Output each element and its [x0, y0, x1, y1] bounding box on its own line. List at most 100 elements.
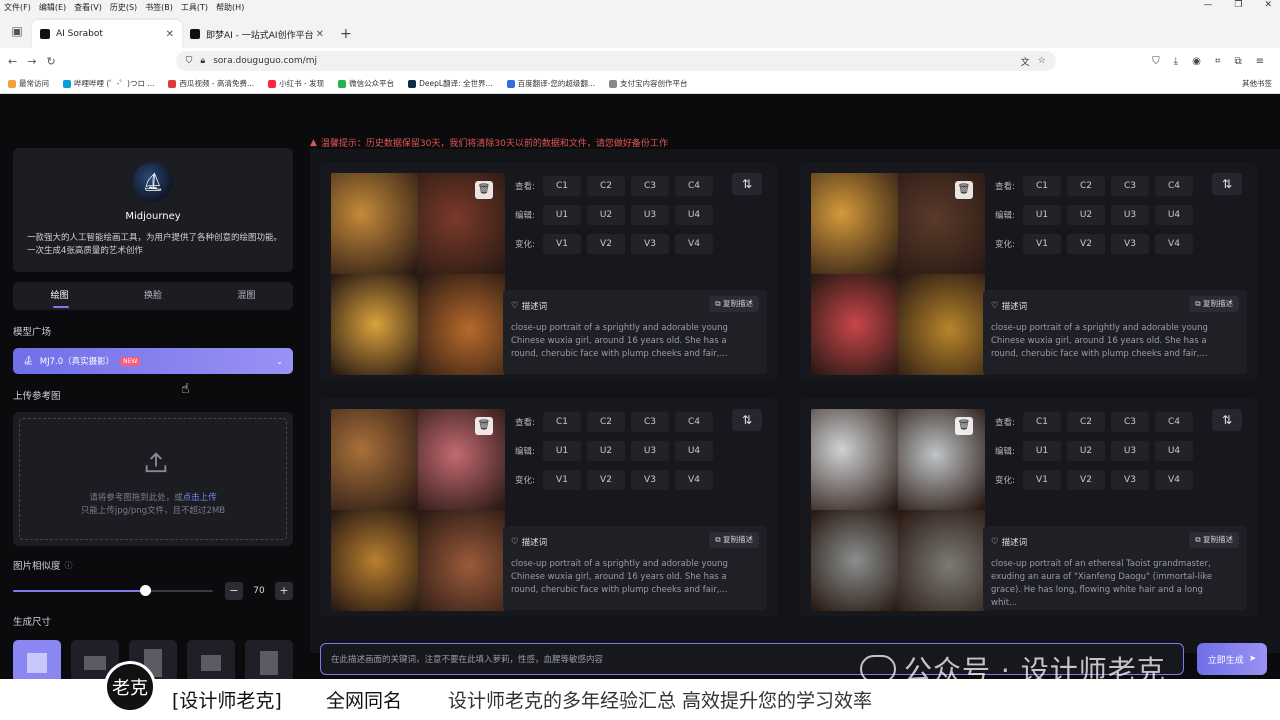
image-grid[interactable] [811, 173, 985, 375]
copy-prompt-button[interactable]: ⧉ 复制描述 [1189, 296, 1239, 312]
action-button[interactable]: C1 [543, 412, 581, 432]
similarity-slider[interactable] [13, 584, 213, 598]
menu-item[interactable]: 书签(B) [145, 2, 173, 13]
menu-item[interactable]: 工具(T) [181, 2, 208, 13]
action-button[interactable]: U1 [1023, 441, 1061, 461]
tab-overview-icon[interactable]: ▣ [6, 20, 28, 42]
trash-icon[interactable]: 🗑︎ [955, 181, 973, 199]
action-button[interactable]: U4 [1155, 441, 1193, 461]
action-button[interactable]: U4 [675, 205, 713, 225]
action-button[interactable]: C3 [1111, 412, 1149, 432]
generated-image[interactable] [331, 510, 418, 611]
action-button[interactable]: V1 [1023, 470, 1061, 490]
tab-close-icon[interactable]: ✕ [316, 29, 324, 40]
account-icon[interactable]: ◉ [1192, 56, 1201, 67]
tab-jimeng[interactable]: 即梦AI - 一站式AI创作平台 ✕ [182, 20, 332, 48]
model-select[interactable]: ⛵︎ MJ7.0（真实摄影） NEW ⌄ [13, 348, 293, 374]
translate-icon[interactable]: 文 [1021, 55, 1030, 68]
action-button[interactable]: U1 [543, 205, 581, 225]
bookmark-item[interactable]: 百度翻译-您的超级翻... [506, 78, 595, 89]
reload-icon[interactable]: ↻ [46, 55, 55, 68]
action-button[interactable]: U1 [1023, 205, 1061, 225]
slider-handle[interactable] [140, 585, 151, 596]
generated-image[interactable] [418, 510, 505, 611]
generate-button[interactable]: 立即生成 ➤ [1197, 643, 1267, 675]
action-button[interactable]: C1 [1023, 412, 1061, 432]
image-grid[interactable] [331, 173, 505, 375]
action-button[interactable]: C2 [587, 176, 625, 196]
upload-area[interactable]: 请将参考图拖到此处，或点击上传 只能上传jpg/png文件，且不超过2MB [13, 412, 293, 546]
generated-image[interactable] [898, 274, 985, 375]
action-button[interactable]: U2 [1067, 441, 1105, 461]
bookmark-item[interactable]: 西瓜视频 - 高清免费... [168, 78, 254, 89]
action-button[interactable]: C1 [543, 176, 581, 196]
extensions-icon[interactable]: ⧉ [1234, 56, 1241, 67]
upload-link[interactable]: 点击上传 [183, 493, 217, 503]
action-button[interactable]: U1 [543, 441, 581, 461]
menu-item[interactable]: 查看(V) [74, 2, 102, 13]
action-button[interactable]: C4 [1155, 412, 1193, 432]
action-button[interactable]: V3 [631, 470, 669, 490]
action-button[interactable]: U3 [631, 205, 669, 225]
regenerate-icon[interactable]: ⇅ [1212, 173, 1242, 195]
action-button[interactable]: V3 [1111, 470, 1149, 490]
action-button[interactable]: U3 [1111, 441, 1149, 461]
generated-image[interactable] [331, 409, 418, 510]
action-button[interactable]: C3 [1111, 176, 1149, 196]
action-button[interactable]: V4 [1155, 470, 1193, 490]
tab-ai-sorabot[interactable]: AI Sorabot ✕ [32, 20, 182, 48]
action-button[interactable]: C3 [631, 412, 669, 432]
action-button[interactable]: V2 [587, 470, 625, 490]
copy-prompt-button[interactable]: ⧉ 复制描述 [709, 532, 759, 548]
action-button[interactable]: U4 [1155, 205, 1193, 225]
image-grid[interactable] [811, 409, 985, 611]
action-button[interactable]: V2 [1067, 470, 1105, 490]
action-button[interactable]: C2 [587, 412, 625, 432]
back-icon[interactable]: ← [8, 55, 17, 68]
image-grid[interactable] [331, 409, 505, 611]
increment-button[interactable]: + [275, 582, 293, 600]
pocket-icon[interactable]: ⛉ [1152, 56, 1160, 67]
copy-prompt-button[interactable]: ⧉ 复制描述 [1189, 532, 1239, 548]
regenerate-icon[interactable]: ⇅ [732, 409, 762, 431]
upload-dropzone[interactable]: 请将参考图拖到此处，或点击上传 只能上传jpg/png文件，且不超过2MB [19, 418, 287, 540]
generated-image[interactable] [811, 409, 898, 510]
trash-icon[interactable]: 🗑︎ [955, 417, 973, 435]
action-button[interactable]: V4 [675, 234, 713, 254]
trash-icon[interactable]: 🗑︎ [475, 417, 493, 435]
action-button[interactable]: V1 [543, 470, 581, 490]
restore-icon[interactable]: ❐ [1234, 0, 1242, 10]
menu-item[interactable]: 文件(F) [4, 2, 31, 13]
screenshot-icon[interactable]: ⌗ [1215, 56, 1221, 67]
action-button[interactable]: C1 [1023, 176, 1061, 196]
close-icon[interactable]: ✕ [1264, 0, 1272, 10]
bookmark-item[interactable]: 哔哩哔哩 (゜-゜)つロ ... [63, 78, 154, 89]
action-button[interactable]: V3 [631, 234, 669, 254]
tab-close-icon[interactable]: ✕ [166, 29, 174, 40]
download-icon[interactable]: ⤓ [1174, 56, 1178, 67]
tab-faceswap[interactable]: 换脸 [106, 282, 199, 310]
similarity-value[interactable]: 70 [245, 586, 273, 596]
action-button[interactable]: V2 [1067, 234, 1105, 254]
action-button[interactable]: C3 [631, 176, 669, 196]
menu-item[interactable]: 帮助(H) [216, 2, 244, 13]
action-button[interactable]: U3 [1111, 205, 1149, 225]
bookmark-item[interactable]: DeepL翻译: 全世界... [408, 78, 493, 89]
generated-image[interactable] [418, 274, 505, 375]
minimize-icon[interactable]: — [1203, 0, 1212, 10]
bookmark-item[interactable]: 最常访问 [8, 78, 49, 89]
action-button[interactable]: V1 [1023, 234, 1061, 254]
generated-image[interactable] [811, 510, 898, 611]
action-button[interactable]: V2 [587, 234, 625, 254]
action-button[interactable]: C4 [675, 412, 713, 432]
bookmark-item[interactable]: 支付宝内容创作平台 [608, 78, 687, 89]
trash-icon[interactable]: 🗑︎ [475, 181, 493, 199]
action-button[interactable]: U2 [1067, 205, 1105, 225]
new-tab-icon[interactable]: + [340, 26, 352, 42]
regenerate-icon[interactable]: ⇅ [732, 173, 762, 195]
generated-image[interactable] [331, 173, 418, 274]
bookmark-item[interactable]: 小红书 - 发现 [268, 78, 324, 89]
action-button[interactable]: V4 [675, 470, 713, 490]
decrement-button[interactable]: − [225, 582, 243, 600]
action-button[interactable]: U4 [675, 441, 713, 461]
